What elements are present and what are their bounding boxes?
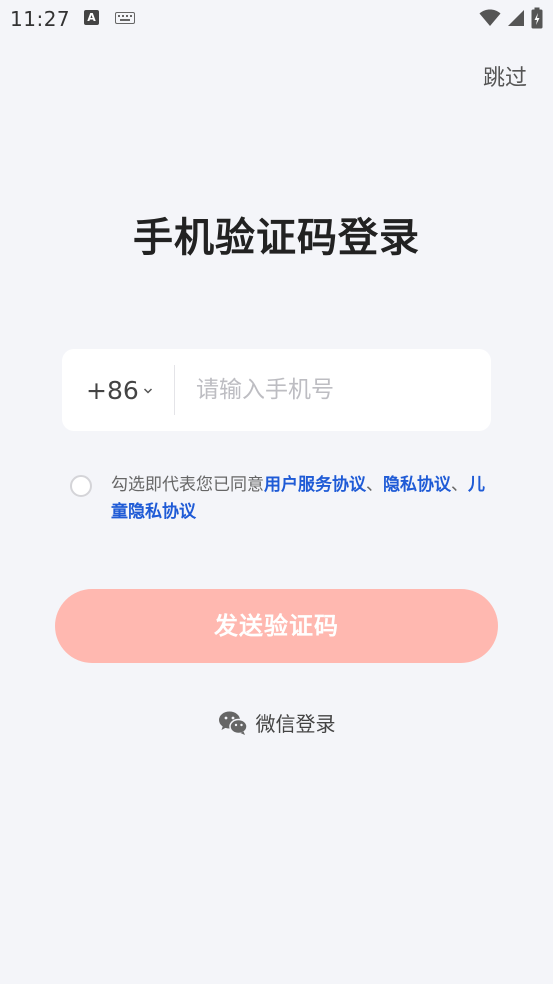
keyboard-icon [115, 12, 135, 24]
status-right-group [479, 7, 543, 29]
phone-number-input[interactable] [196, 369, 476, 411]
chevron-down-icon [143, 388, 152, 394]
agreement-separator: 、 [451, 475, 468, 495]
wifi-icon [479, 9, 501, 26]
agreement-text: 勾选即代表您已同意用户服务协议、隐私协议、儿童隐私协议 [111, 472, 501, 526]
page-title: 手机验证码登录 [133, 215, 420, 261]
agreement-checkbox[interactable] [70, 475, 92, 497]
skip-button[interactable]: 跳过 [483, 60, 527, 92]
send-code-button[interactable]: 发送验证码 [55, 589, 498, 663]
wechat-icon [218, 711, 248, 735]
battery-icon [531, 7, 543, 29]
user-agreement-link[interactable]: 用户服务协议 [264, 475, 366, 495]
phone-divider [174, 365, 175, 415]
wechat-login-button[interactable]: 微信登录 [0, 708, 553, 737]
wechat-login-label: 微信登录 [255, 712, 336, 736]
phone-input-card: +86 [62, 349, 491, 431]
status-time: 11:27 [10, 7, 71, 31]
agreement-prefix: 勾选即代表您已同意 [111, 475, 264, 495]
signal-icon [508, 10, 524, 26]
agreement-separator: 、 [366, 475, 383, 495]
country-code-label: +86 [86, 375, 139, 405]
a-notification-icon: A [84, 10, 99, 25]
status-bar: 11:27 A [0, 0, 553, 38]
privacy-policy-link[interactable]: 隐私协议 [383, 475, 451, 495]
country-code-selector[interactable]: +86 [86, 349, 153, 431]
